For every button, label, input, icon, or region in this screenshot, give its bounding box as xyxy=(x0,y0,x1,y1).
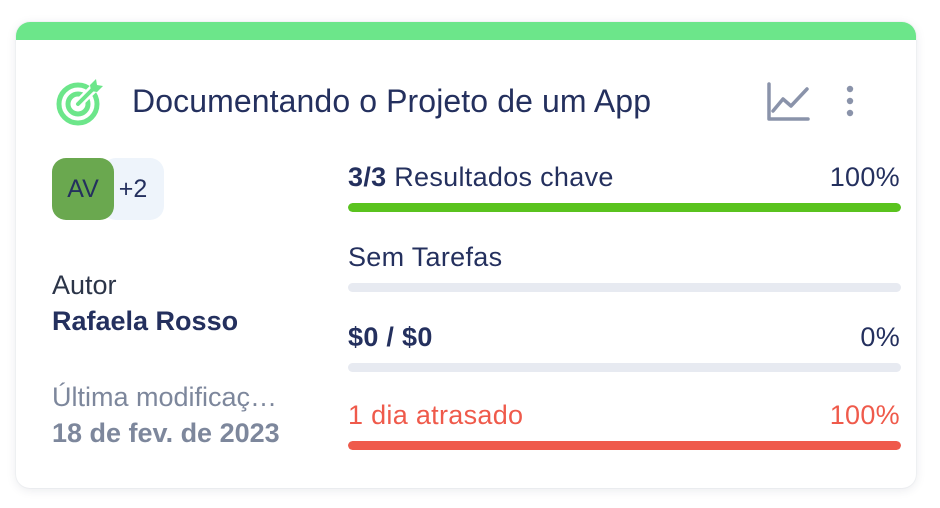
key-results-label: Resultados chave xyxy=(394,162,614,192)
budget-label[interactable]: $0 / $0 xyxy=(348,322,433,353)
objective-card[interactable]: Documentando o Projeto de um App +2 AV A… xyxy=(16,22,916,488)
key-results-summary[interactable]: 3/3 Resultados chave xyxy=(348,162,614,193)
card-title[interactable]: Documentando o Projeto de um App xyxy=(132,80,651,122)
line-chart-icon[interactable] xyxy=(766,82,810,122)
author-name: Rafaela Rosso xyxy=(52,306,239,336)
card-accent-bar xyxy=(16,22,916,40)
more-vertical-icon[interactable] xyxy=(840,84,860,118)
budget-percent: 0% xyxy=(860,322,900,352)
deadline-status[interactable]: 1 dia atrasado xyxy=(348,400,523,431)
last-modified-label: Última modificaç… xyxy=(52,382,278,412)
target-icon xyxy=(56,79,103,126)
key-results-percent: 100% xyxy=(829,162,900,192)
key-results-progress-bar xyxy=(348,203,901,212)
last-modified-date: 18 de fev. de 2023 xyxy=(52,418,280,448)
avatar-initials: AV xyxy=(67,174,99,203)
deadline-percent: 100% xyxy=(829,400,900,430)
author-label: Autor xyxy=(52,270,117,300)
tasks-progress-bar xyxy=(348,283,901,292)
deadline-progress-bar xyxy=(348,441,901,450)
tasks-label[interactable]: Sem Tarefas xyxy=(348,242,502,273)
avatar[interactable]: AV xyxy=(52,158,114,220)
deadline-progress-fill xyxy=(348,441,901,450)
key-results-progress-fill xyxy=(348,203,901,212)
more-members-count: +2 xyxy=(118,174,148,203)
key-results-count: 3/3 xyxy=(348,162,387,192)
budget-progress-bar xyxy=(348,363,901,372)
